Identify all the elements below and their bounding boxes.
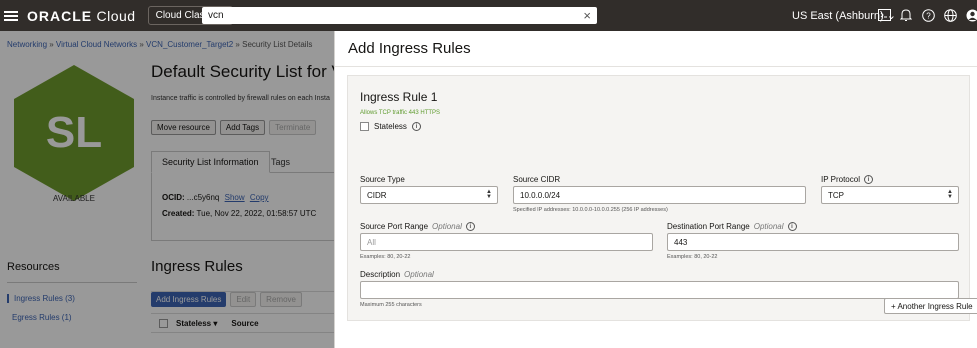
stateless-checkbox[interactable]: [360, 122, 369, 131]
oracle-cloud-logo[interactable]: ORACLE Cloud: [27, 8, 136, 24]
help-icon[interactable]: ?: [920, 7, 936, 23]
info-icon[interactable]: i: [411, 122, 421, 131]
description-hint: Maximum 255 characters: [360, 302, 422, 308]
source-type-select[interactable]: CIDR ▲ ▼: [360, 186, 498, 204]
search-input[interactable]: [208, 10, 584, 21]
cloud-shell-icon[interactable]: [876, 7, 892, 23]
clear-search-icon[interactable]: ×: [583, 9, 591, 22]
ip-protocol-label: IP Protocol i: [821, 175, 873, 184]
destination-port-range-label: Destination Port Range Optional i: [667, 222, 797, 231]
language-globe-icon[interactable]: [942, 7, 958, 23]
select-arrows-icon: ▲ ▼: [486, 189, 492, 200]
source-port-hint: Examples: 80, 20-22: [360, 254, 411, 260]
another-ingress-rule-button[interactable]: + Another Ingress Rule: [884, 298, 977, 314]
ip-protocol-select[interactable]: TCP ▲ ▼: [821, 186, 959, 204]
add-ingress-rules-panel: Add Ingress Rules Ingress Rule 1 Allows …: [334, 31, 977, 348]
modal-backdrop[interactable]: [0, 31, 334, 348]
hamburger-menu-icon[interactable]: [4, 10, 18, 21]
source-type-label: Source Type: [360, 175, 405, 184]
source-port-range-input[interactable]: All: [360, 233, 653, 251]
ingress-rule-card: Ingress Rule 1 Allows TCP traffic 443 HT…: [347, 75, 970, 321]
top-navigation-bar: ORACLE Cloud Cloud Classic › × US East (…: [0, 0, 977, 31]
panel-title: Add Ingress Rules: [348, 40, 471, 57]
rule-title: Ingress Rule 1: [360, 90, 438, 104]
description-input[interactable]: [360, 281, 959, 299]
info-icon[interactable]: i: [787, 222, 797, 231]
source-cidr-hint: Specified IP addresses: 10.0.0.0-10.0.0.…: [513, 207, 668, 213]
destination-port-hint: Examples: 80, 20-22: [667, 254, 718, 260]
source-cidr-input[interactable]: 10.0.0.0/24: [513, 186, 806, 204]
description-label: Description Optional: [360, 270, 434, 279]
destination-port-range-input[interactable]: 443: [667, 233, 959, 251]
svg-text:?: ?: [926, 11, 931, 20]
info-icon[interactable]: i: [465, 222, 475, 231]
info-icon[interactable]: i: [863, 175, 873, 184]
region-label: US East (Ashburn): [792, 10, 884, 22]
search-box: ×: [202, 7, 597, 24]
source-cidr-label: Source CIDR: [513, 175, 561, 184]
rule-description-tag: Allows TCP traffic 443 HTTPS: [360, 110, 441, 116]
notifications-bell-icon[interactable]: [898, 7, 914, 23]
source-port-range-label: Source Port Range Optional i: [360, 222, 475, 231]
user-profile-icon[interactable]: [964, 7, 977, 23]
select-arrows-icon: ▲ ▼: [947, 189, 953, 200]
stateless-label: Stateless: [374, 122, 407, 131]
